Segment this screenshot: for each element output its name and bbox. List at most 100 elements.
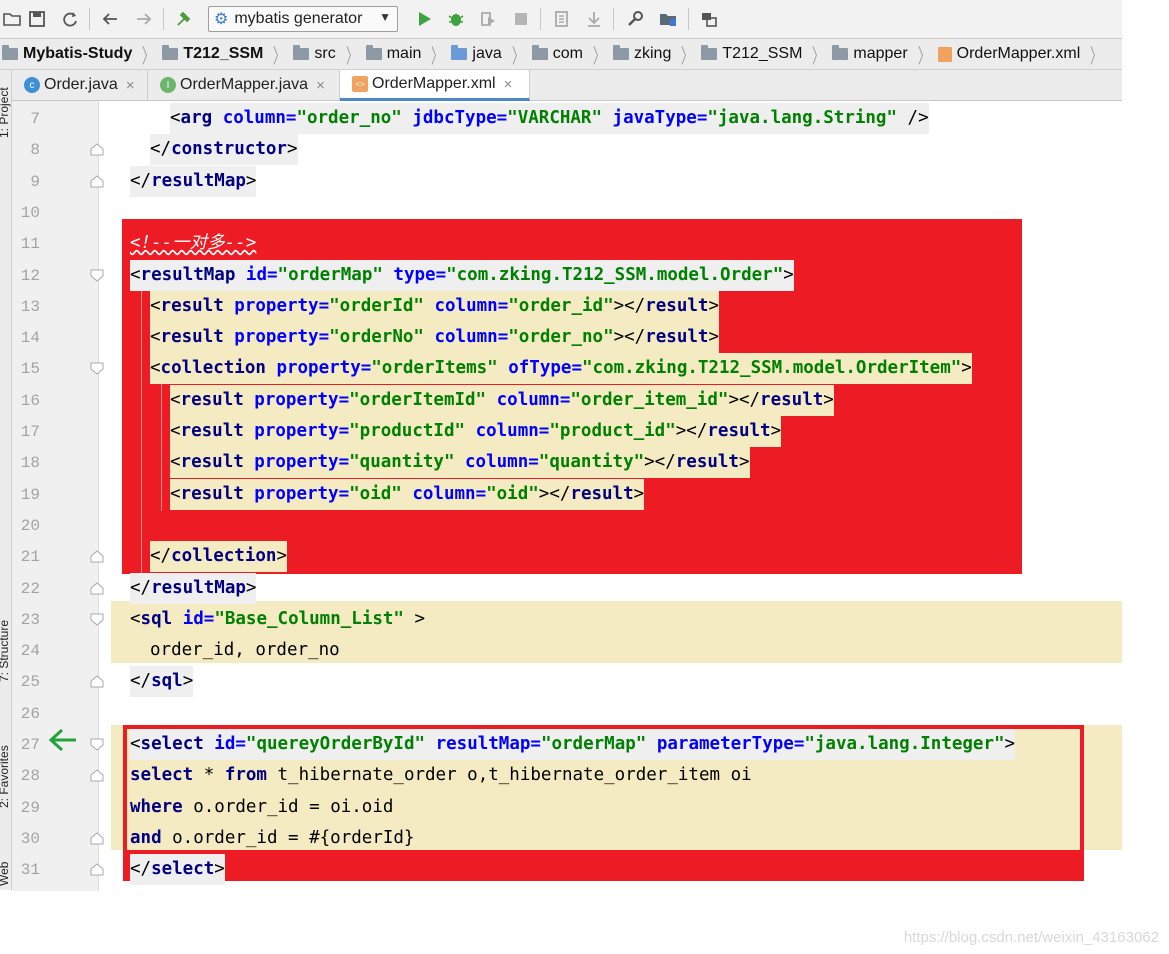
line-number: 10 xyxy=(20,203,40,222)
folder-icon xyxy=(365,45,382,60)
xml-tag-name: resultMap xyxy=(151,170,246,191)
line-number: 18 xyxy=(20,454,40,473)
xml-tag-name: result xyxy=(760,389,824,410)
sql-keyword: from xyxy=(224,765,267,786)
package-icon xyxy=(613,45,629,60)
line-number: 21 xyxy=(20,548,40,567)
xml-attr-value: "order_no" xyxy=(508,327,614,348)
code-line: <result property="orderItemId" column="o… xyxy=(170,384,834,416)
sync-icon[interactable] xyxy=(60,9,80,29)
line-number: 19 xyxy=(20,485,40,504)
code-line: </constructor> xyxy=(150,134,298,166)
close-icon[interactable]: × xyxy=(504,76,513,93)
xml-attr-value: "orderMap" xyxy=(540,734,647,754)
xml-tag-name: collection xyxy=(160,358,266,379)
xml-punct: </ xyxy=(130,577,152,598)
debug-icon[interactable] xyxy=(446,9,466,29)
xml-punct: > xyxy=(770,421,782,441)
fold-marker-icon[interactable] xyxy=(90,174,104,188)
fold-marker-icon[interactable] xyxy=(90,675,104,688)
project-tool-tab[interactable]: 1: Project xyxy=(0,87,11,138)
tab-ordermapper-xml[interactable]: <> OrderMapper.xml × xyxy=(340,70,530,101)
code-line: select * from t_hibernate_order o,t_hibe… xyxy=(130,760,752,791)
build-hammer-icon[interactable] xyxy=(174,9,194,29)
xml-tag-name: select xyxy=(140,734,204,754)
xml-attr-name: column= xyxy=(423,295,509,316)
fold-marker-icon[interactable] xyxy=(90,581,104,595)
xml-tag-name: result xyxy=(180,452,244,473)
fold-marker-icon[interactable] xyxy=(90,863,104,876)
code-line: <collection property="orderItems" ofType… xyxy=(150,353,972,385)
breadcrumb-item-package[interactable]: T212_SSM xyxy=(699,45,806,63)
favorites-tool-tab[interactable]: 2: Favorites xyxy=(0,745,11,808)
xml-attr-value: "orderMap" xyxy=(277,264,383,285)
fold-marker-icon[interactable] xyxy=(90,143,104,156)
stop-icon[interactable] xyxy=(511,9,531,29)
breadcrumb-label: zking xyxy=(634,45,672,62)
package-icon xyxy=(531,45,548,60)
xml-attr-value: "java.lang.String" xyxy=(707,108,898,128)
line-number: 7 xyxy=(30,110,40,128)
close-icon[interactable]: × xyxy=(316,77,325,94)
sdk-icon[interactable] xyxy=(658,9,678,29)
web-tool-tab[interactable]: Web xyxy=(0,862,11,886)
xml-attr-value: "Base_Column_List" xyxy=(214,608,404,629)
download-icon[interactable] xyxy=(584,9,604,29)
xml-tag-name: sql xyxy=(140,608,173,629)
breadcrumb-item-main[interactable]: main xyxy=(364,45,426,63)
line-number: 11 xyxy=(20,235,40,254)
fold-marker-icon[interactable] xyxy=(90,550,104,563)
arrow-left-icon xyxy=(48,727,78,753)
xml-punct: > xyxy=(286,139,298,160)
run-icon[interactable] xyxy=(414,9,434,29)
structure-tool-tab[interactable]: 7: Structure xyxy=(0,620,11,682)
breadcrumb-label: java xyxy=(472,45,502,62)
xml-punct: </ xyxy=(130,859,152,880)
folder-icon xyxy=(2,45,18,60)
fold-marker-icon[interactable] xyxy=(90,613,104,626)
fold-marker-icon[interactable] xyxy=(90,362,104,376)
sql-text: o.order_id = oi.oid xyxy=(182,796,394,817)
xml-tag-name: sql xyxy=(151,671,183,692)
interface-icon: I xyxy=(160,77,176,93)
xml-punct: > xyxy=(214,859,225,880)
close-icon[interactable]: × xyxy=(126,77,135,94)
breadcrumb-item-src[interactable]: src xyxy=(291,45,339,63)
xml-punct: > xyxy=(245,170,257,191)
tool-window-strip: 1: Project 7: Structure 2: Favorites Web xyxy=(0,70,12,890)
gear-icon: ⚙ xyxy=(214,11,229,28)
tab-ordermapper-java[interactable]: I OrderMapper.java × xyxy=(148,70,340,100)
terminal-icon[interactable] xyxy=(699,9,719,29)
open-folder-icon[interactable] xyxy=(2,9,22,29)
xml-attr-name: column= xyxy=(212,108,297,128)
breadcrumb-item-zking[interactable]: zking xyxy=(611,45,675,63)
fold-marker-icon[interactable] xyxy=(90,269,104,282)
code-line: <sql id="Base_Column_List" > xyxy=(130,604,425,635)
breadcrumb-item-module[interactable]: T212_SSM xyxy=(160,45,267,63)
fold-marker-icon[interactable] xyxy=(90,832,104,845)
code-line: <result property="quantity" column="quan… xyxy=(170,447,750,479)
fold-marker-icon[interactable] xyxy=(90,738,104,751)
project-structure-icon[interactable] xyxy=(552,9,572,29)
run-config-label: mybatis generator xyxy=(234,10,363,27)
breadcrumb-item-mapper[interactable]: mapper xyxy=(830,45,911,63)
line-number: 22 xyxy=(20,579,40,598)
breadcrumb-item-project[interactable]: Mybatis-Study xyxy=(0,45,136,63)
line-number: 9 xyxy=(30,172,40,191)
code-line: </collection> xyxy=(150,541,287,573)
tab-order-java[interactable]: c Order.java × xyxy=(12,70,148,100)
breadcrumb-item-java[interactable]: java xyxy=(449,45,505,63)
xml-attr-value: "order_id" xyxy=(508,295,614,316)
save-icon[interactable] xyxy=(27,9,47,29)
breadcrumb-item-file[interactable]: OrderMapper.xml xyxy=(936,45,1085,63)
settings-wrench-icon[interactable] xyxy=(625,9,645,29)
breadcrumb-item-com[interactable]: com xyxy=(530,45,587,63)
forward-icon[interactable] xyxy=(134,9,154,29)
xml-punct: ></ xyxy=(613,295,646,316)
coverage-icon[interactable] xyxy=(478,9,498,29)
back-icon[interactable] xyxy=(100,9,120,29)
xml-attr-value: "com.zking.T212_SSM.model.OrderItem" xyxy=(582,358,962,379)
code-text: order_id, order_no xyxy=(150,640,340,661)
fold-marker-icon[interactable] xyxy=(90,769,104,782)
run-configuration-select[interactable]: ⚙ mybatis generator ▼ xyxy=(208,6,398,32)
